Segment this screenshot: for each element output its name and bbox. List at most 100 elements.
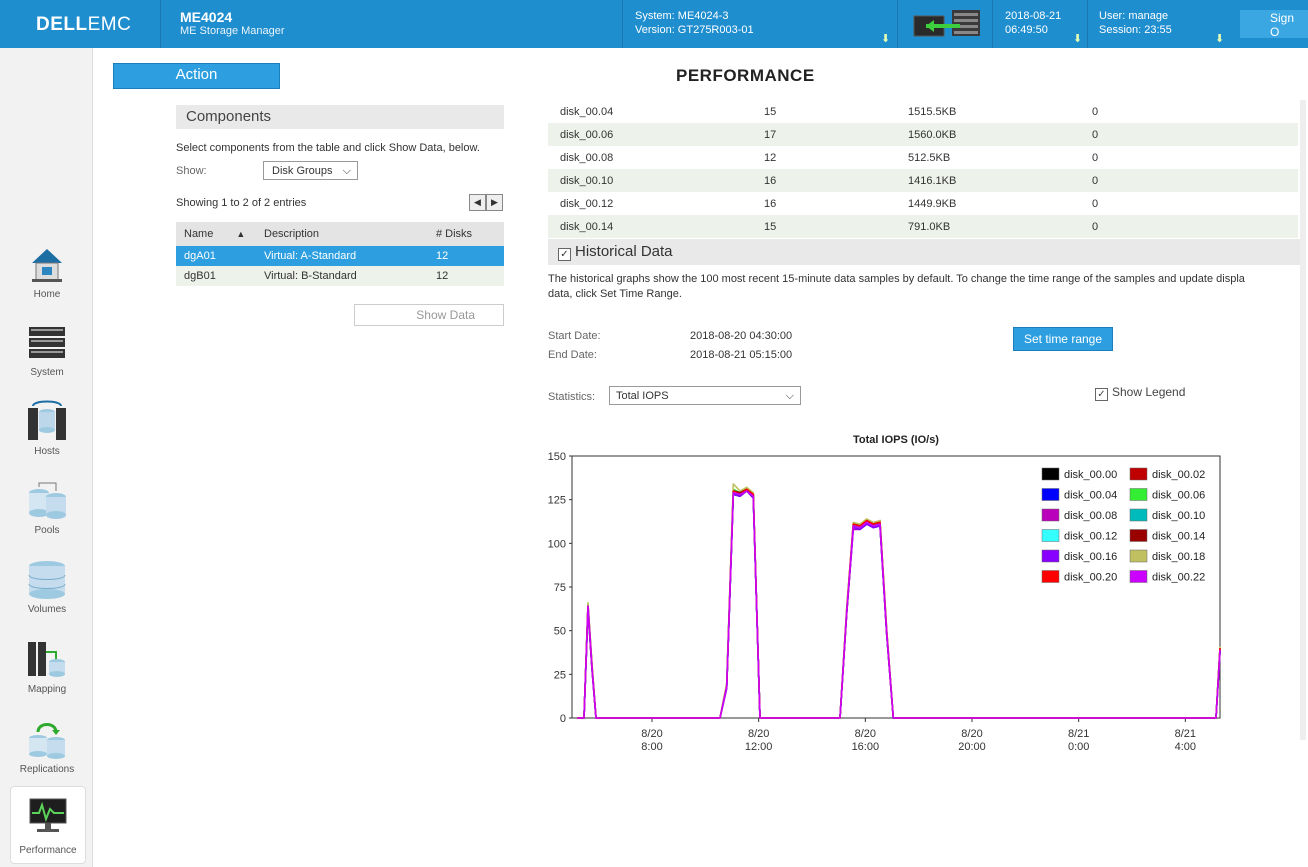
table-row[interactable]: dgA01 Virtual: A-Standard 12	[176, 246, 504, 266]
sidebar-item-hosts[interactable]: Hosts	[10, 400, 84, 476]
x-tick-label: 8/20	[748, 728, 769, 740]
x-tick-label: 12:00	[745, 741, 773, 753]
disk-name: disk_00.04	[560, 105, 614, 118]
disk-value: 0	[1080, 215, 1298, 238]
end-date-value: 2018-08-21 05:15:00	[690, 349, 793, 361]
x-tick-label: 8/20	[855, 728, 876, 740]
scrollbar[interactable]	[1300, 100, 1306, 740]
table-row[interactable]: disk_00.10 16 1416.1KB 0	[548, 169, 1298, 192]
statistics-label: Statistics:	[548, 391, 596, 403]
table-row[interactable]: dgB01 Virtual: B-Standard 12	[176, 266, 504, 286]
date-time-arrow-icon[interactable]: ⬇	[1073, 32, 1082, 45]
system-info-arrow-icon[interactable]: ⬇	[881, 32, 890, 45]
disk-value: 0	[1092, 151, 1099, 164]
legend-label: disk_00.16	[1064, 551, 1117, 563]
disk-name: disk_00.12	[560, 197, 614, 210]
replications-icon	[29, 723, 65, 759]
statistics-select-value: Total IOPS	[616, 390, 669, 402]
sidebar-item-replications[interactable]: Replications	[10, 718, 84, 794]
sidebar-item-home[interactable]: Home	[10, 243, 84, 319]
show-legend-checkbox[interactable]: ✓	[1095, 388, 1108, 401]
column-disks[interactable]: # Disks	[428, 222, 504, 246]
show-label: Show:	[176, 165, 207, 177]
historical-data-label: Historical Data	[575, 243, 673, 260]
x-tick-label: 8/21	[1068, 728, 1089, 740]
legend-label: disk_00.00	[1064, 469, 1117, 481]
disk-bytes: 1560.0KB	[896, 123, 1080, 146]
sidebar-item-mapping[interactable]: Mapping	[10, 638, 84, 714]
sidebar-item-system[interactable]: System	[10, 321, 84, 397]
disk-value: 0	[1080, 169, 1298, 192]
y-tick-label: 25	[554, 669, 566, 681]
x-tick-label: 0:00	[1068, 741, 1089, 753]
legend-swatch	[1129, 549, 1148, 563]
date-time[interactable]: 2018-08-21 06:49:50	[1005, 9, 1061, 37]
disk-name: disk_00.08	[560, 151, 614, 164]
end-date-label: End Date:	[548, 349, 597, 361]
components-instructions: Select components from the table and cli…	[176, 142, 480, 154]
statistics-select[interactable]: Total IOPS ⌵	[609, 386, 801, 405]
x-tick-label: 8/20	[961, 728, 982, 740]
disk-value: 0	[1092, 197, 1099, 210]
table-row[interactable]: disk_00.14 15 791.0KB 0	[548, 215, 1298, 238]
legend-label: disk_00.18	[1152, 551, 1205, 563]
sort-asc-icon: ▲	[236, 229, 246, 239]
row-disks: 12	[428, 246, 504, 266]
sidebar-item-pools[interactable]: Pools	[10, 479, 84, 555]
disk-bytes: 1515.5KB	[908, 105, 957, 118]
sidebar-item-performance[interactable]: Performance	[10, 786, 86, 864]
table-row[interactable]: disk_00.08 12 512.5KB 0	[548, 146, 1298, 169]
column-description[interactable]: Description	[256, 222, 428, 246]
show-legend-label: Show Legend	[1112, 385, 1186, 399]
table-row[interactable]: disk_00.06 17 1560.0KB 0	[548, 123, 1298, 146]
disk-name: disk_00.14	[548, 215, 752, 238]
home-icon	[32, 249, 62, 282]
legend-label: disk_00.20	[1064, 572, 1117, 584]
product-name: ME4024 ME Storage Manager	[180, 9, 285, 37]
action-button[interactable]: Action	[113, 63, 280, 89]
legend-swatch	[1041, 549, 1060, 563]
table-row[interactable]: disk_00.04 15 1515.5KB 0	[548, 100, 1298, 123]
historical-data-checkbox[interactable]: ✓	[558, 248, 571, 261]
show-select[interactable]: Disk Groups ⌵	[263, 161, 358, 180]
disk-bytes: 512.5KB	[908, 151, 951, 164]
system-icon	[29, 327, 65, 358]
components-table: Name ▲ Description # Disks dgA01 Virtual…	[176, 222, 504, 286]
historical-data-toggle[interactable]: ✓ Historical Data	[548, 239, 1300, 265]
iops-chart: Total IOPS (IO/s)02550751001251508/208:0…	[548, 434, 1221, 753]
next-page-button[interactable]: ▶	[486, 194, 503, 211]
table-row[interactable]: disk_00.12 16 1449.9KB 0	[548, 192, 1298, 215]
legend-swatch	[1041, 570, 1060, 583]
mapping-icon	[28, 642, 65, 677]
user-session[interactable]: User: manage Session: 23:55	[1099, 9, 1172, 37]
system-status-icon[interactable]	[912, 8, 984, 40]
y-tick-label: 100	[548, 538, 566, 550]
sidebar-item-volumes[interactable]: Volumes	[10, 558, 84, 634]
system-info[interactable]: System: ME4024-3 Version: GT275R003-01	[635, 9, 754, 37]
legend-label: disk_00.14	[1152, 531, 1205, 543]
set-time-range-button[interactable]: Set time range	[1013, 327, 1113, 351]
prev-page-button[interactable]: ◀	[469, 194, 486, 211]
show-legend-toggle[interactable]: ✓ Show Legend	[1095, 385, 1185, 401]
legend-label: disk_00.10	[1152, 510, 1205, 522]
legend-label: disk_00.02	[1152, 469, 1205, 481]
entries-count: Showing 1 to 2 of 2 entries	[176, 197, 307, 209]
dell-emc-logo[interactable]: DELLEMC	[36, 14, 131, 36]
x-tick-label: 4:00	[1175, 741, 1196, 753]
user-session-arrow-icon[interactable]: ⬇	[1215, 32, 1224, 45]
disk-iops: 16	[764, 197, 777, 210]
legend-swatch	[1041, 508, 1060, 522]
y-tick-label: 75	[554, 582, 566, 594]
legend-label: disk_00.04	[1064, 490, 1117, 502]
y-tick-label: 0	[560, 713, 566, 725]
sign-out-button[interactable]: Sign O	[1240, 10, 1308, 39]
column-name[interactable]: Name ▲	[176, 222, 256, 246]
show-data-button[interactable]: Show Data	[354, 304, 504, 326]
y-tick-label: 50	[554, 626, 566, 638]
legend-swatch	[1129, 488, 1148, 501]
disk-iops: 15	[752, 215, 896, 238]
row-name: dgA01	[176, 246, 256, 266]
chart-title: Total IOPS (IO/s)	[853, 434, 939, 446]
y-tick-label: 125	[548, 495, 566, 507]
disk-bytes: 791.0KB	[896, 215, 1080, 238]
